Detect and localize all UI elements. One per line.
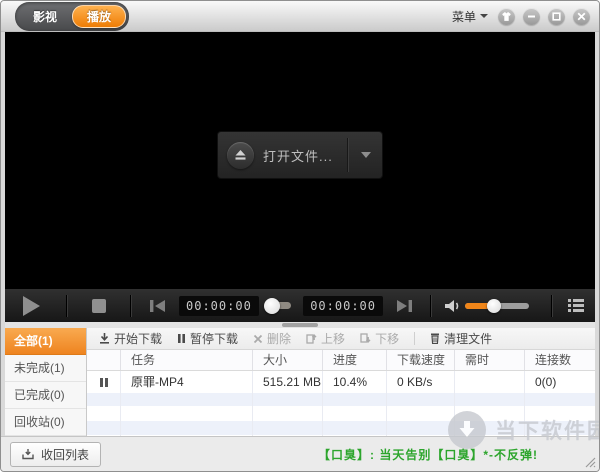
col-speed[interactable]: 下载速度 xyxy=(387,350,455,370)
move-down-icon xyxy=(360,333,371,344)
col-status[interactable] xyxy=(87,350,121,370)
tab-movies[interactable]: 影视 xyxy=(18,5,72,28)
minimize-button[interactable] xyxy=(523,8,540,25)
skin-button[interactable] xyxy=(498,8,515,25)
sidebar-item-recycle[interactable]: 回收站(0) xyxy=(5,409,86,436)
close-button[interactable] xyxy=(573,8,590,25)
task-status-paused xyxy=(87,371,121,393)
col-connections[interactable]: 连接数 xyxy=(525,350,595,370)
tool-label: 下移 xyxy=(375,330,399,347)
sidebar-item-completed[interactable]: 已完成(0) xyxy=(5,382,86,409)
tool-label: 上移 xyxy=(321,330,345,347)
sidebar-item-all[interactable]: 全部(1) xyxy=(5,328,86,355)
empty-row xyxy=(87,406,595,421)
tool-label: 暂停下载 xyxy=(190,330,238,347)
col-task[interactable]: 任务 xyxy=(121,350,253,370)
collapse-list-label: 收回列表 xyxy=(41,446,89,463)
duration-time: 00:00:00 xyxy=(303,296,383,316)
task-table-header: 任务 大小 进度 下载速度 需时 连接数 xyxy=(87,350,595,371)
playlist-button[interactable] xyxy=(567,298,585,313)
paused-icon xyxy=(100,378,108,387)
video-area: 打开文件... xyxy=(5,32,595,289)
maximize-icon xyxy=(552,12,561,21)
menu-label: 菜单 xyxy=(452,8,476,25)
move-up-icon xyxy=(306,333,317,344)
divider xyxy=(551,295,553,317)
clean-files-icon xyxy=(430,333,440,344)
resize-grip[interactable] xyxy=(584,456,596,468)
chevron-down-icon xyxy=(361,152,371,158)
table-row[interactable]: 原罪-MP4 515.21 MB 10.4% 0 KB/s 0(0) xyxy=(87,371,595,393)
volume-thumb[interactable] xyxy=(487,299,501,313)
stop-button[interactable] xyxy=(92,299,106,313)
move-down-button[interactable]: 下移 xyxy=(360,330,399,347)
seek-bar[interactable] xyxy=(271,302,291,309)
pause-download-button[interactable]: 暂停下载 xyxy=(177,330,238,347)
task-filter-sidebar: 全部(1) 未完成(1) 已完成(0) 回收站(0) xyxy=(5,328,87,438)
cell-progress: 10.4% xyxy=(323,371,387,393)
seek-thumb[interactable] xyxy=(264,298,280,314)
previous-button[interactable] xyxy=(148,298,167,314)
pause-download-icon xyxy=(177,333,186,344)
divider xyxy=(414,332,415,345)
close-icon xyxy=(577,12,586,21)
menu-button[interactable]: 菜单 xyxy=(450,5,490,28)
mode-tab-group: 影视 播放 xyxy=(15,2,129,31)
download-panel: 全部(1) 未完成(1) 已完成(0) 回收站(0) 开始下载 xyxy=(5,328,595,438)
collapse-list-icon xyxy=(22,448,34,460)
tool-label: 开始下载 xyxy=(114,330,162,347)
divider xyxy=(130,295,132,317)
move-up-button[interactable]: 上移 xyxy=(306,330,345,347)
volume-icon[interactable] xyxy=(444,298,461,314)
start-download-button[interactable]: 开始下载 xyxy=(99,330,162,347)
clean-files-button[interactable]: 清理文件 xyxy=(430,330,492,347)
tool-label: 清理文件 xyxy=(444,330,492,347)
minimize-icon xyxy=(527,12,536,21)
open-file-label: 打开文件... xyxy=(263,146,333,165)
status-bar: 收回列表 【口臭】: 当天告别【口臭】*-不反弹! xyxy=(1,436,599,471)
divider xyxy=(66,295,68,317)
cell-connections: 0(0) xyxy=(525,371,595,393)
playback-controls: 00:00:00 00:00:00 xyxy=(5,289,595,322)
open-file-dropdown[interactable] xyxy=(349,132,382,178)
maximize-button[interactable] xyxy=(548,8,565,25)
download-toolbar: 开始下载 暂停下载 删除 xyxy=(87,328,595,350)
player-window: 影视 播放 菜单 xyxy=(0,0,600,472)
ad-link[interactable]: 【口臭】: 当天告别【口臭】*-不反弹! xyxy=(318,446,590,463)
chevron-down-icon xyxy=(480,14,488,18)
cell-task: 原罪-MP4 xyxy=(121,371,253,393)
empty-row xyxy=(87,421,595,435)
shirt-icon xyxy=(501,11,512,22)
play-button[interactable] xyxy=(23,296,40,316)
volume-slider[interactable] xyxy=(465,303,529,309)
cell-size: 515.21 MB xyxy=(253,371,323,393)
col-progress[interactable]: 进度 xyxy=(323,350,387,370)
title-bar: 影视 播放 菜单 xyxy=(1,1,599,32)
eject-icon xyxy=(227,142,254,169)
elapsed-time: 00:00:00 xyxy=(179,296,259,316)
delete-button[interactable]: 删除 xyxy=(253,330,291,347)
cell-speed: 0 KB/s xyxy=(387,371,455,393)
cell-eta xyxy=(455,371,525,393)
col-eta[interactable]: 需时 xyxy=(455,350,525,370)
sidebar-item-incomplete[interactable]: 未完成(1) xyxy=(5,355,86,382)
next-button[interactable] xyxy=(395,298,414,314)
divider xyxy=(430,295,432,317)
col-size[interactable]: 大小 xyxy=(253,350,323,370)
open-file-button[interactable]: 打开文件... xyxy=(217,131,383,179)
tool-label: 删除 xyxy=(267,330,291,347)
tab-play[interactable]: 播放 xyxy=(72,5,126,28)
delete-icon xyxy=(253,334,263,344)
collapse-list-button[interactable]: 收回列表 xyxy=(10,442,101,467)
start-download-icon xyxy=(99,333,110,344)
splitter-handle[interactable] xyxy=(282,323,318,327)
empty-row xyxy=(87,393,595,406)
